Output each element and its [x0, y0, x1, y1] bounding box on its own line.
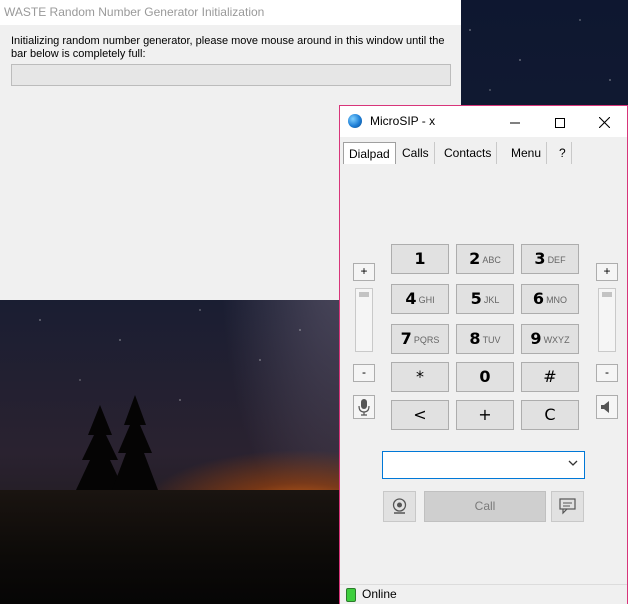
key-letters: GHI	[418, 295, 435, 305]
microsip-logo-icon	[348, 114, 362, 128]
message-icon	[559, 498, 576, 515]
microsip-window[interactable]: MicroSIP - x Dialpad Calls Contacts Menu…	[339, 105, 628, 604]
dialpad-key[interactable]: 5 JKL	[456, 284, 514, 314]
tab-menu[interactable]: Menu	[506, 142, 548, 164]
key-digit: 9	[530, 329, 542, 348]
key-digit: 2	[469, 249, 481, 268]
dialpad-key[interactable]: 6 MNO	[521, 284, 579, 314]
pine-trees-silhouette	[76, 395, 158, 505]
online-status-icon	[346, 588, 356, 602]
mic-volume-down-button[interactable]: -	[353, 364, 375, 382]
microphone-icon	[358, 399, 370, 416]
tab-help[interactable]: ?	[554, 142, 572, 164]
dialpad-key[interactable]: C	[521, 400, 579, 430]
key-digit: 3	[534, 249, 546, 268]
video-call-icon	[392, 498, 407, 514]
tab-dialpad[interactable]: Dialpad	[343, 142, 396, 164]
dialpad-key[interactable]: #	[521, 362, 579, 392]
speaker-icon	[601, 401, 609, 413]
microsip-titlebar[interactable]: MicroSIP - x	[340, 106, 627, 137]
dialpad-key[interactable]: 1	[391, 244, 449, 274]
key-letters: ABC	[482, 255, 501, 265]
key-digit: <	[413, 405, 427, 424]
mic-volume-slider[interactable]	[355, 288, 373, 352]
key-digit: #	[543, 367, 557, 386]
speaker-volume-up-button[interactable]: +	[596, 263, 618, 281]
key-letters: PQRS	[413, 335, 440, 345]
key-digit: 8	[469, 329, 481, 348]
key-letters: DEF	[547, 255, 566, 265]
close-button[interactable]	[582, 106, 627, 137]
dialpad-key[interactable]: 9 WXYZ	[521, 324, 579, 354]
key-digit: 1	[414, 249, 426, 268]
key-letters: JKL	[483, 295, 500, 305]
slider-thumb[interactable]	[602, 292, 612, 297]
key-letters: WXYZ	[543, 335, 570, 345]
maximize-button[interactable]	[537, 106, 582, 137]
dialpad-key[interactable]: *	[391, 362, 449, 392]
mic-mute-button[interactable]	[353, 395, 375, 419]
key-digit: 4	[405, 289, 417, 308]
microsip-tabs: Dialpad Calls Contacts Menu ?	[343, 142, 623, 164]
rng-progress-bar	[11, 64, 451, 86]
key-letters: MNO	[546, 295, 568, 305]
number-input[interactable]	[382, 451, 585, 479]
message-button[interactable]	[551, 491, 584, 522]
dialpad-key[interactable]: 0	[456, 362, 514, 392]
key-digit: 7	[400, 329, 412, 348]
tab-calls[interactable]: Calls	[397, 142, 435, 164]
dialpad-key[interactable]: 3 DEF	[521, 244, 579, 274]
dialpad-key[interactable]: 2 ABC	[456, 244, 514, 274]
close-icon	[598, 116, 611, 129]
microsip-title: MicroSIP - x	[370, 114, 436, 128]
call-button[interactable]: Call	[424, 491, 546, 522]
key-digit: 5	[470, 289, 482, 308]
dialpad-key[interactable]: 8 TUV	[456, 324, 514, 354]
status-text: Online	[362, 587, 397, 601]
waste-instructions: Initializing random number generator, pl…	[11, 35, 445, 60]
key-digit: 6	[532, 289, 545, 308]
key-digit: 0	[479, 367, 491, 386]
speaker-volume-down-button[interactable]: -	[596, 364, 618, 382]
key-digit: C	[544, 405, 556, 424]
dialpad-key[interactable]: <	[391, 400, 449, 430]
chevron-down-icon[interactable]	[568, 458, 578, 468]
video-call-button[interactable]	[383, 491, 416, 522]
slider-thumb[interactable]	[359, 292, 369, 297]
minimize-button[interactable]	[492, 106, 537, 137]
dialpad-key[interactable]: 7 PQRS	[391, 324, 449, 354]
mic-volume-up-button[interactable]: +	[353, 263, 375, 281]
minimize-icon	[509, 122, 520, 124]
key-digit: *	[416, 367, 424, 386]
dialpad-key[interactable]: 4 GHI	[391, 284, 449, 314]
status-bar: Online	[340, 584, 627, 604]
key-digit: +	[478, 405, 492, 424]
maximize-icon	[554, 117, 565, 128]
speaker-mute-button[interactable]	[596, 395, 618, 419]
tab-contacts[interactable]: Contacts	[439, 142, 498, 164]
waste-window-title: WASTE Random Number Generator Initializa…	[0, 0, 461, 25]
dialpad-key[interactable]: +	[456, 400, 514, 430]
key-letters: TUV	[482, 335, 501, 345]
speaker-volume-slider[interactable]	[598, 288, 616, 352]
